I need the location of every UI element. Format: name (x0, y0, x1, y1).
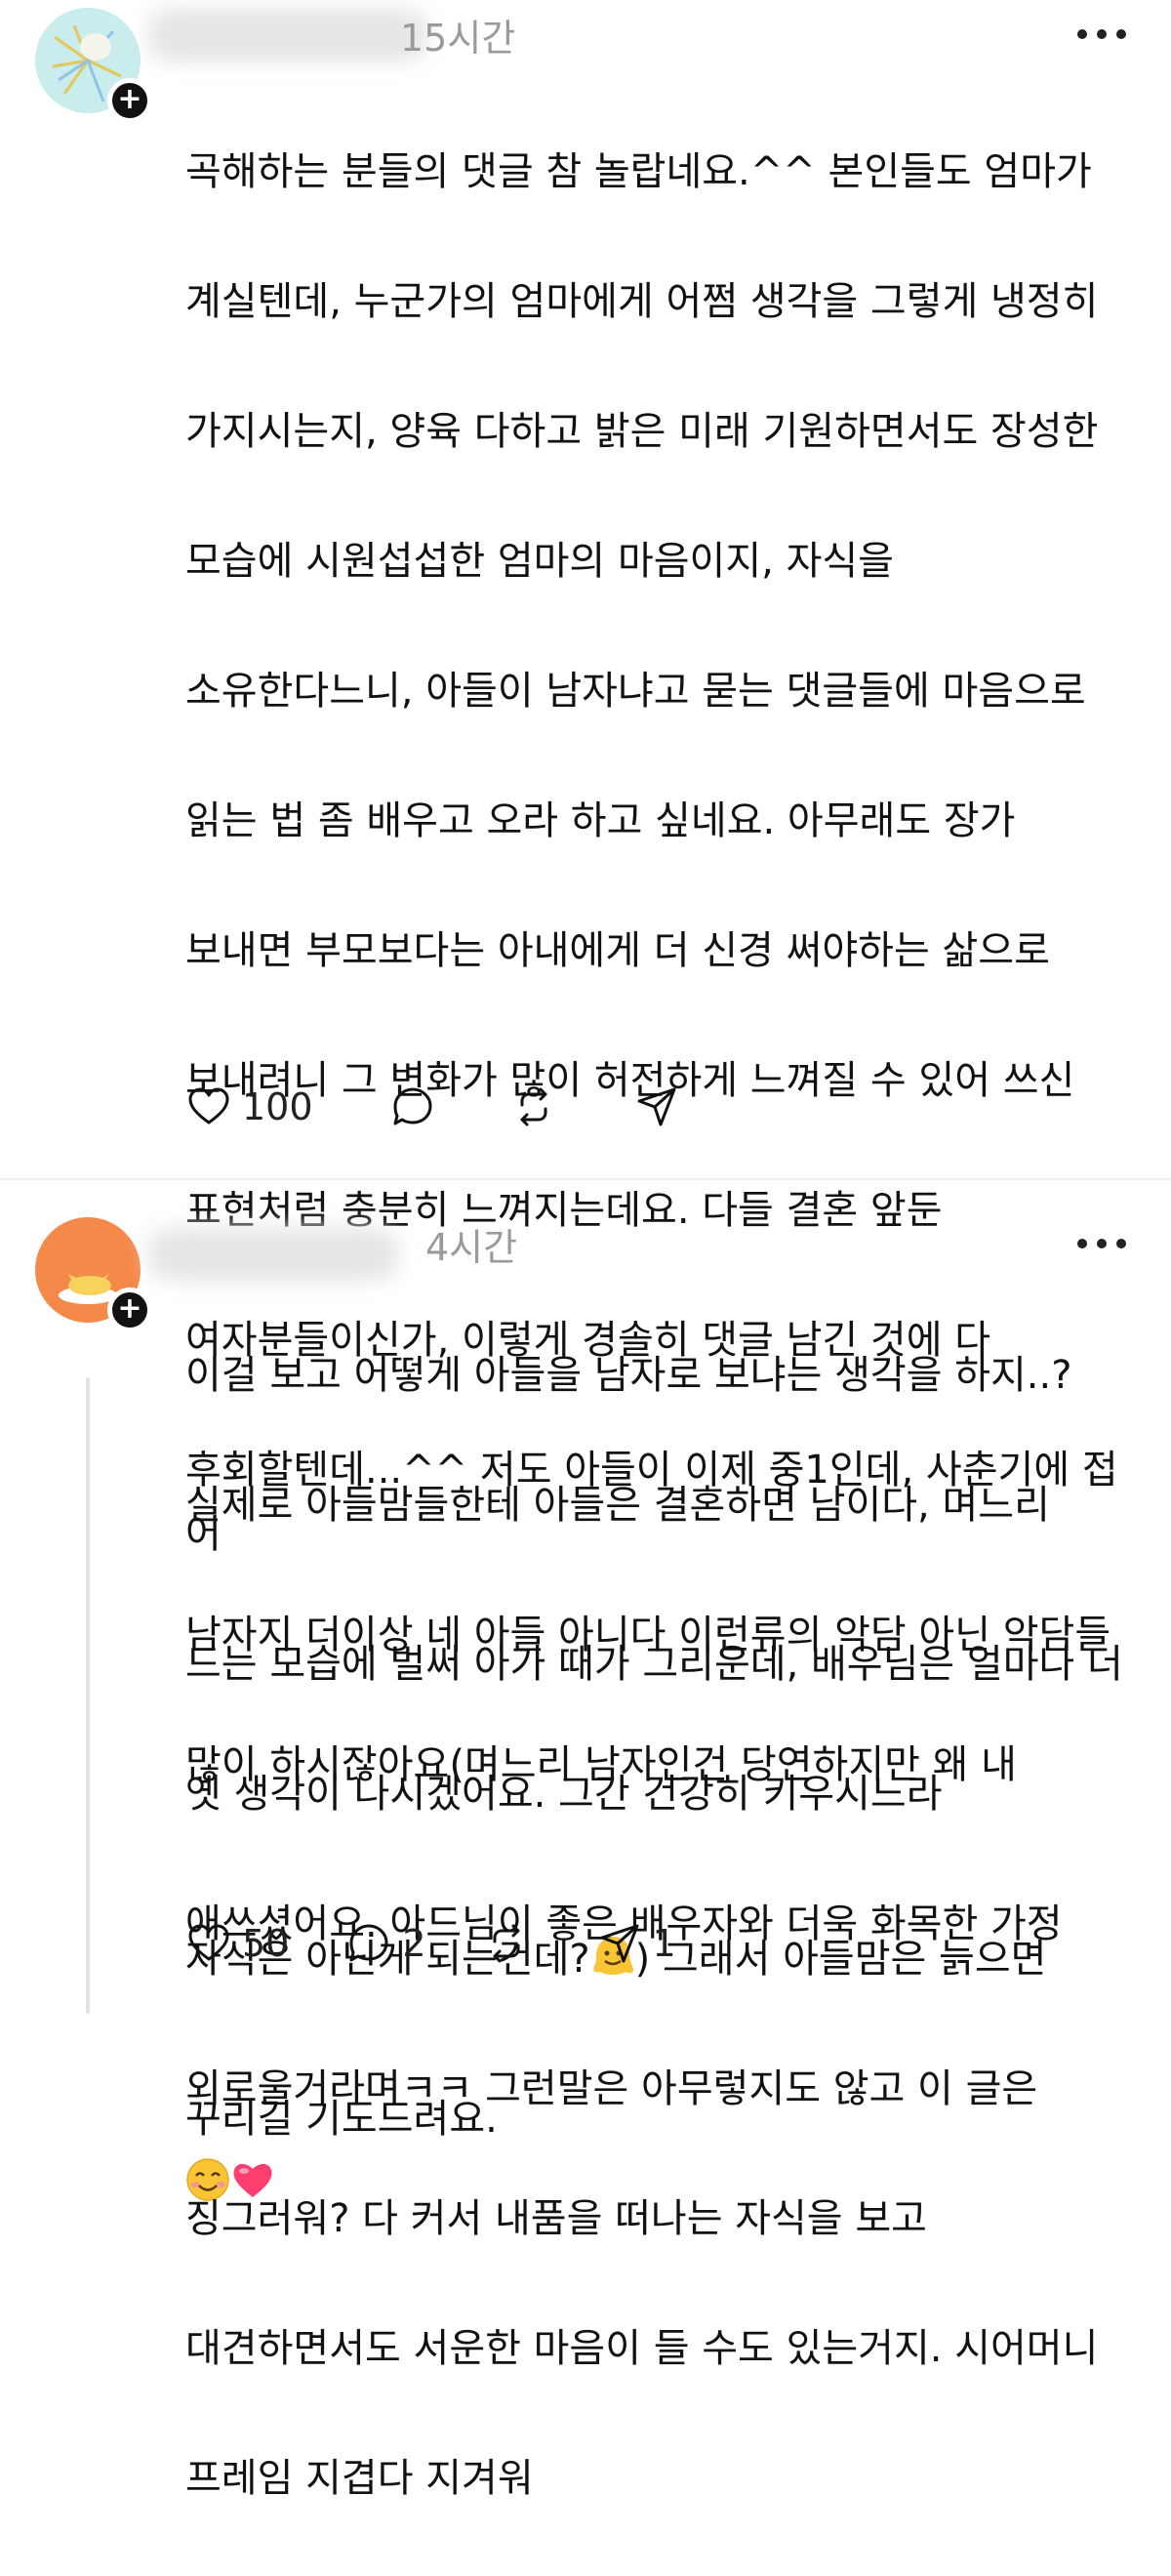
repost-button[interactable] (483, 1920, 530, 1967)
reply-button[interactable] (389, 1084, 436, 1130)
line: 남자지 더이상 네 아들 아니다 이런류의 악담 아닌 악담들 (185, 1612, 1111, 1657)
like-icon (188, 1087, 229, 1124)
share-icon (637, 1087, 676, 1126)
more-icon[interactable] (1077, 1239, 1126, 1248)
post-actions: 50 2 1 (185, 1920, 721, 1967)
line: 많이 하시잖아요(며느리 남자인건 당연하지만 왜 내 (185, 1741, 1017, 1787)
more-icon[interactable] (1077, 29, 1126, 39)
like-button[interactable]: 100 (185, 1084, 313, 1130)
reply-button[interactable]: 2 (345, 1920, 426, 1967)
line: 소유한다느니, 아들이 남자냐고 묻는 댓글들에 마음으로 (185, 668, 1086, 714)
line: 대견하면서도 서운한 마음이 들 수도 있는거지. 시어머니 (185, 2326, 1099, 2371)
share-button[interactable]: 1 (596, 1920, 676, 1967)
repost-icon (520, 1087, 547, 1126)
follow-plus-icon[interactable]: + (107, 1288, 152, 1332)
post-1: + 15시간 곡해하는 분들의 댓글 참 놀랍네요.^^ 본인들도 엄마가 계실… (0, 0, 1171, 2201)
like-count: 50 (242, 1922, 290, 1965)
line: 실제로 아들맘들한테 아들은 결혼하면 남이다, 며느리 (185, 1482, 1050, 1528)
line: 모습에 시원섭섭한 엄마의 마음이지, 자식을 (185, 538, 894, 584)
line: 읽는 법 좀 배우고 오라 하고 싶네요. 아무래도 장가 (185, 797, 1016, 843)
share-count: 1 (652, 1922, 676, 1965)
like-count: 100 (242, 1085, 313, 1128)
line: 프레임 지겹다 지겨워 (185, 2456, 534, 2501)
share-button[interactable] (633, 1084, 680, 1130)
username-blurred[interactable] (146, 1227, 400, 1282)
repost-button[interactable] (510, 1084, 557, 1130)
follow-plus-icon[interactable]: + (107, 78, 152, 123)
username-blurred[interactable] (146, 8, 429, 62)
like-button[interactable]: 50 (185, 1920, 289, 1967)
post-2: + 4시간 이걸 보고 어떻게 아들을 남자로 보냐는 생각을 하지..? 실제… (0, 1180, 1171, 2501)
line: 계실텐데, 누군가의 엄마에게 어쩜 생각을 그렇게 냉정히 (185, 278, 1099, 324)
reply-icon (393, 1087, 432, 1125)
thread-line (86, 1377, 90, 2014)
line: 이걸 보고 어떻게 아들을 남자로 보냐는 생각을 하지..? (185, 1352, 1072, 1398)
post-time: 15시간 (400, 17, 516, 60)
line: 징그러워? 다 커서 내품을 떠나는 자식을 보고 (185, 2196, 927, 2241)
line: 가지시는지, 양육 다하고 밝은 미래 기원하면서도 장성한 (185, 408, 1099, 454)
line: 곡해하는 분들의 댓글 참 놀랍네요.^^ 본인들도 엄마가 (185, 148, 1092, 194)
share-icon (600, 1924, 639, 1963)
post-actions: 100 (185, 1084, 725, 1130)
line: 보내면 부모보다는 아내에게 더 신경 써야하는 삶으로 (185, 927, 1050, 973)
reply-count: 2 (402, 1922, 426, 1965)
repost-icon (493, 1924, 520, 1963)
line: 외로울거라며ㅋㅋ 그런말은 아무렇지도 않고 이 글은 (185, 2066, 1038, 2111)
reply-icon (349, 1924, 388, 1962)
post-time: 4시간 (425, 1226, 518, 1269)
like-icon (188, 1924, 229, 1961)
